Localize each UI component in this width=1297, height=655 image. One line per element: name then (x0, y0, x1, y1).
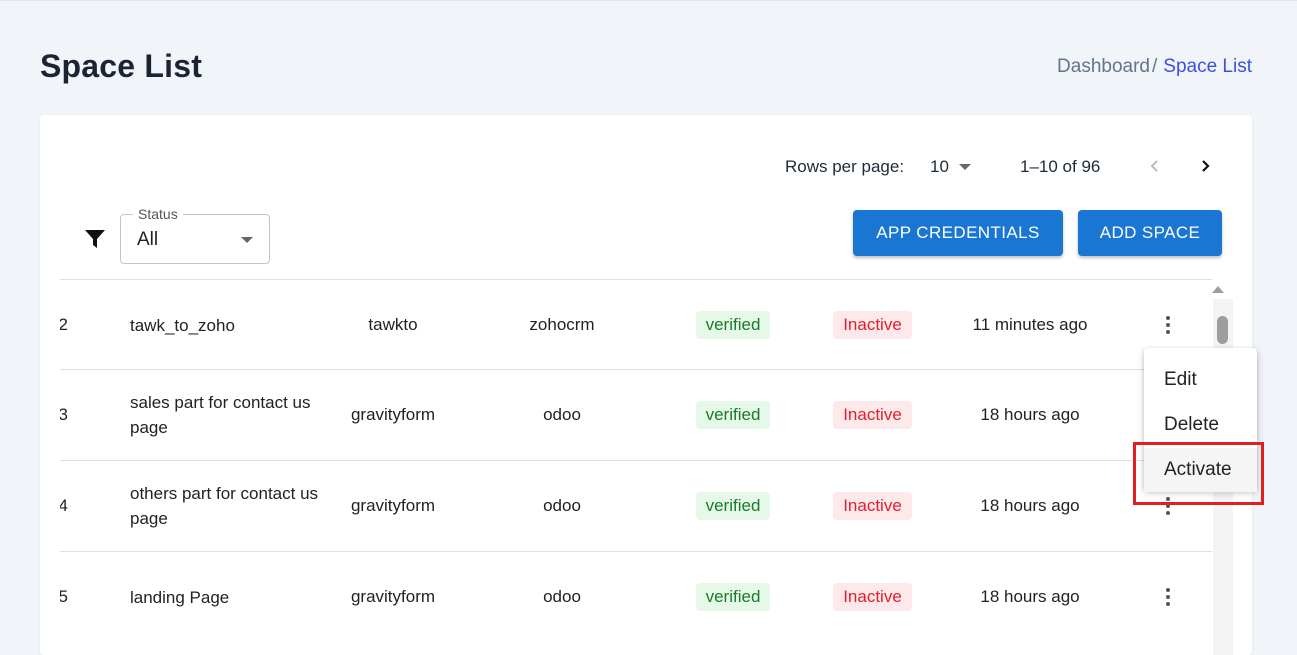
menu-item-delete[interactable]: Delete (1144, 403, 1257, 447)
status-badge: Inactive (833, 401, 912, 429)
more-vert-icon (1166, 316, 1170, 334)
rows-per-page-label: Rows per page: (785, 157, 905, 176)
row-id: 5 (60, 587, 68, 606)
add-space-button[interactable]: ADD SPACE (1078, 210, 1222, 256)
chevron-right-icon (1202, 160, 1210, 172)
page-title: Space List (40, 48, 203, 84)
row-source: gravityform (350, 496, 436, 515)
table-row: 2 tawk_to_zoho tawkto zohocrm verified I… (60, 279, 1212, 370)
verified-badge: verified (695, 492, 771, 520)
caret-down-icon (241, 237, 253, 243)
status-filter-select[interactable]: Status All (120, 206, 270, 264)
verified-badge: verified (695, 311, 771, 339)
row-destination: zohocrm (529, 315, 595, 334)
status-badge: Inactive (833, 311, 912, 339)
top-divider (0, 0, 1297, 1)
previous-page-button[interactable] (1143, 154, 1167, 178)
table-row: 3 sales part for contact us page gravity… (60, 369, 1212, 460)
scrollbar-thumb[interactable] (1217, 316, 1228, 344)
row-destination: odoo (543, 587, 581, 606)
row-id: 2 (60, 315, 68, 334)
row-source: gravityform (350, 587, 436, 606)
verified-badge: verified (695, 401, 771, 429)
verified-badge: verified (695, 583, 771, 611)
table-pagination: Rows per page: 10 1–10 of 96 (40, 157, 1252, 177)
row-id: 4 (60, 496, 68, 515)
row-updated: 18 hours ago (980, 496, 1080, 515)
app-credentials-button[interactable]: APP CREDENTIALS (853, 210, 1063, 256)
status-badge: Inactive (833, 492, 912, 520)
row-updated: 11 minutes ago (972, 315, 1088, 334)
next-page-button[interactable] (1193, 154, 1217, 178)
rows-per-page-select[interactable]: 10 (930, 157, 971, 177)
breadcrumb: Dashboard / Space List (1057, 56, 1252, 78)
row-updated: 18 hours ago (980, 587, 1080, 606)
space-table: 2 tawk_to_zoho tawkto zohocrm verified I… (60, 279, 1232, 655)
table-row: 5 landing Page gravityform odoo verified… (60, 551, 1212, 642)
more-vert-icon (1166, 588, 1170, 606)
space-list-card: Rows per page: 10 1–10 of 96 Status All … (40, 115, 1252, 655)
status-badge: Inactive (833, 583, 912, 611)
row-source: tawkto (368, 315, 418, 334)
breadcrumb-separator: / (1151, 56, 1158, 77)
status-filter-label: Status (133, 206, 183, 222)
row-source: gravityform (350, 405, 436, 424)
row-name: tawk_to_zoho (130, 315, 235, 335)
row-destination: odoo (543, 496, 581, 515)
scroll-up-arrow-icon[interactable] (1212, 286, 1224, 293)
row-name: sales part for contact us page (130, 393, 311, 437)
row-actions-button[interactable] (1156, 552, 1180, 642)
row-updated: 18 hours ago (980, 405, 1080, 424)
rows-per-page-value: 10 (930, 157, 949, 176)
row-destination: odoo (543, 405, 581, 424)
status-filter-value: All (137, 229, 159, 250)
breadcrumb-dashboard-link[interactable]: Dashboard (1057, 56, 1150, 77)
highlight-annotation (1133, 442, 1264, 505)
chevron-left-icon (1150, 160, 1158, 172)
caret-down-icon (958, 164, 971, 170)
menu-item-edit[interactable]: Edit (1144, 358, 1257, 402)
pagination-range: 1–10 of 96 (1020, 157, 1101, 176)
row-name: landing Page (130, 587, 230, 607)
table-row: 4 others part for contact us page gravit… (60, 460, 1212, 551)
breadcrumb-current: Space List (1163, 56, 1252, 77)
filter-icon (84, 228, 106, 250)
row-name: others part for contact us page (130, 484, 319, 528)
row-id: 3 (60, 405, 68, 424)
